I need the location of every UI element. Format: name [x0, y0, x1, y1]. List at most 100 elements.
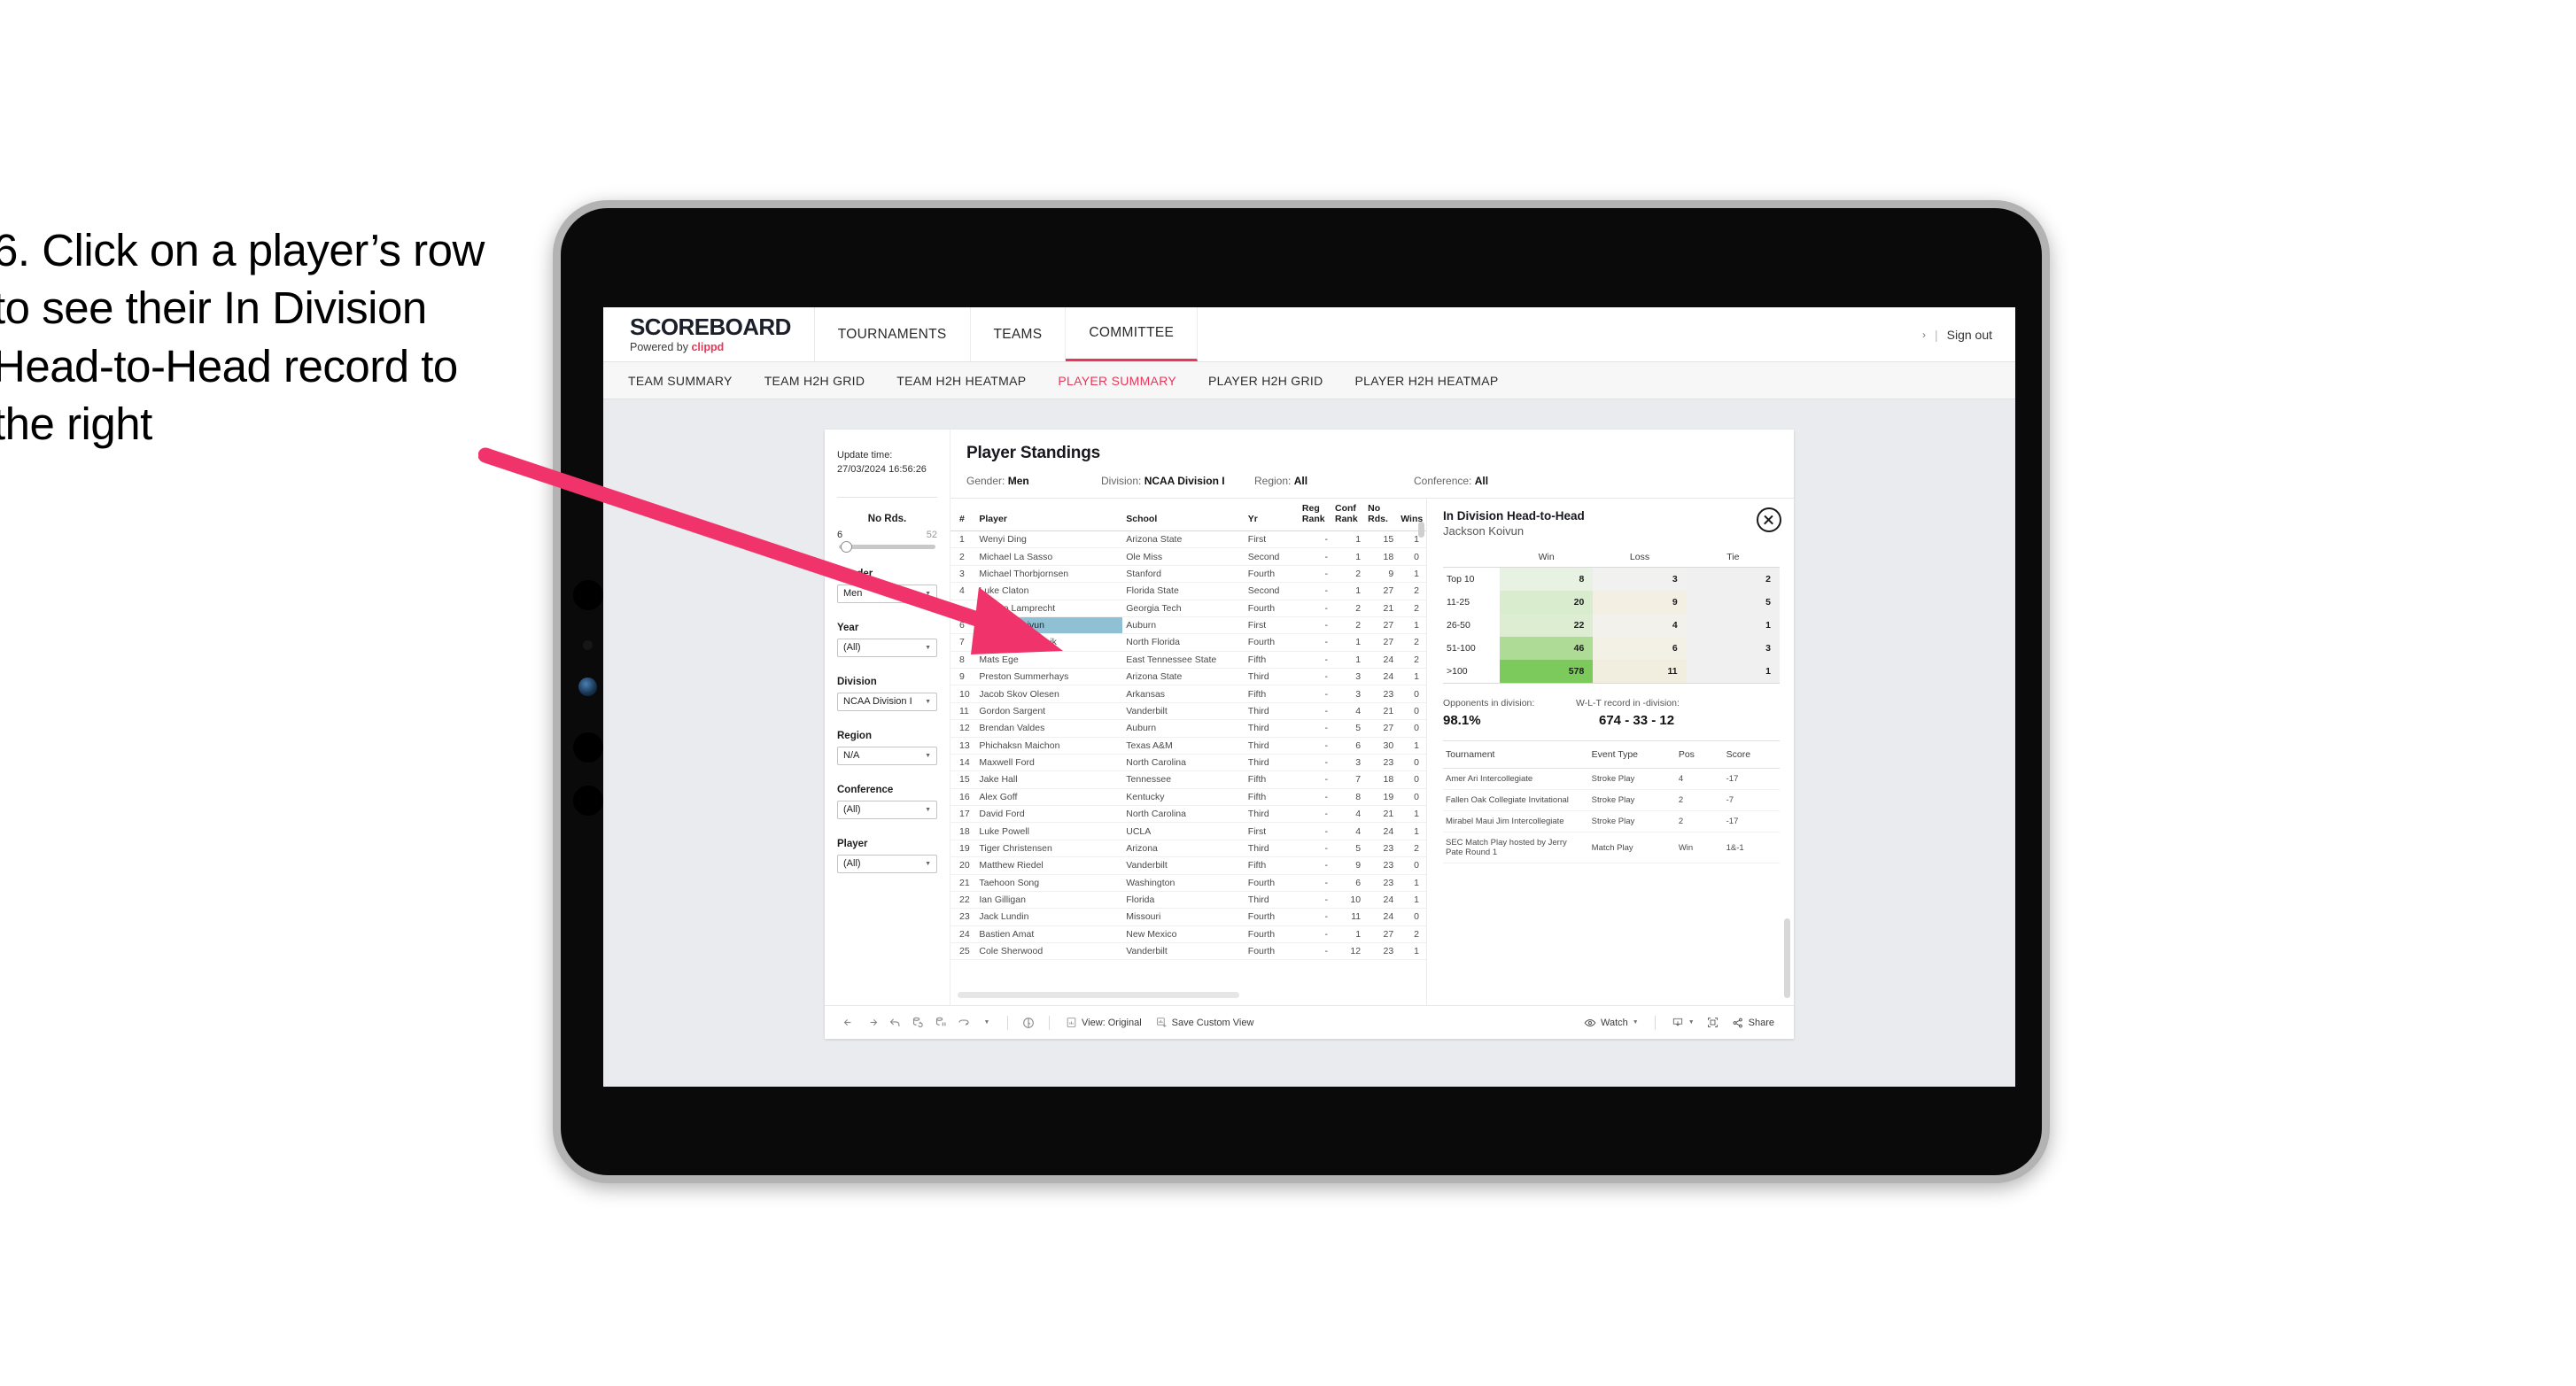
cell-yr: Fifth [1244, 770, 1299, 789]
table-row[interactable]: 16 Alex Goff Kentucky Fifth -8 19 0 [950, 788, 1426, 807]
cell-rank: 24 [950, 925, 976, 944]
auto-update-dropdown-icon[interactable]: ▼ [975, 1012, 998, 1034]
close-icon[interactable] [1757, 507, 1781, 532]
cell-no-rds: 18 [1364, 547, 1398, 566]
share-button[interactable]: Share [1725, 1017, 1781, 1029]
cell-reg-rank: - [1298, 754, 1331, 772]
fullscreen-button[interactable] [1702, 1012, 1725, 1034]
cell-yr: First [1244, 822, 1299, 840]
col-conf-rank[interactable]: Conf Rank [1331, 499, 1365, 531]
cell-conf-rank: 1 [1331, 547, 1365, 566]
col-yr[interactable]: Yr [1244, 499, 1299, 531]
revert-icon[interactable] [883, 1012, 906, 1034]
chevron-right-icon[interactable]: › [1922, 329, 1926, 341]
download-button[interactable]: ▼ [1664, 1017, 1702, 1029]
annotation-text: 6. Click on a player’s row to see their … [0, 225, 485, 449]
h2h-table-body: Top 10 8 3 2 11-25 20 9 5 26-50 22 4 1 51-100 46 6 3 >10… [1443, 567, 1780, 683]
stat-opponents: Opponents in division: 98.1% [1443, 698, 1576, 728]
cell-school: Tennessee [1122, 770, 1245, 789]
filter-player: Player (All) ▼ [837, 839, 937, 873]
cell-player: Phichaksn Maichon [975, 737, 1123, 755]
cell-score: -7 [1723, 789, 1780, 811]
table-row[interactable]: 22 Ian Gilligan Florida Third -10 24 1 [950, 891, 1426, 910]
table-row[interactable]: 18 Luke Powell UCLA First -4 24 1 [950, 822, 1426, 840]
h2h-detail-panel: In Division Head-to-Head Jackson Koivun … [1427, 499, 1794, 1005]
table-row[interactable]: 20 Matthew Riedel Vanderbilt Fifth -9 23 0 [950, 856, 1426, 875]
col-school[interactable]: School [1122, 499, 1245, 531]
watch-button[interactable]: Watch ▼ [1577, 1017, 1646, 1029]
brand-logo[interactable]: SCOREBOARD Powered by clippd [603, 307, 815, 361]
cell-yr: Fourth [1244, 942, 1299, 961]
h2h-stats: Opponents in division: 98.1% W-L-T recor… [1443, 698, 1780, 728]
save-custom-view-button[interactable]: Save Custom View [1149, 1017, 1261, 1028]
subnav-team-h2h-grid[interactable]: TEAM H2H GRID [764, 374, 865, 388]
meta-division-label: Division: [1101, 475, 1144, 487]
tournament-row[interactable]: Fallen Oak Collegiate Invitational Stroke… [1443, 789, 1780, 811]
subnav-player-h2h-grid[interactable]: PLAYER H2H GRID [1208, 374, 1323, 388]
filter-region-select[interactable]: N/A ▼ [837, 746, 937, 765]
table-row[interactable]: 17 David Ford North Carolina Third -4 21 1 [950, 805, 1426, 824]
cell-yr: Fourth [1244, 565, 1299, 584]
cell-yr: Fourth [1244, 874, 1299, 892]
nav-tab-committee[interactable]: COMMITTEE [1066, 307, 1199, 361]
redo-icon[interactable] [860, 1012, 883, 1034]
h2h-cell-tie: 1 [1686, 660, 1780, 683]
brand-subtitle: Powered by clippd [630, 341, 791, 353]
filter-region-value: N/A [843, 750, 860, 762]
tournament-row[interactable]: Amer Ari Intercollegiate Stroke Play 4 -17 [1443, 768, 1780, 790]
meta-conference-label: Conference: [1414, 475, 1475, 487]
filter-player-select[interactable]: (All) ▼ [837, 854, 937, 873]
subnav-player-summary[interactable]: PLAYER SUMMARY [1058, 374, 1176, 388]
subnav-team-h2h-heatmap[interactable]: TEAM H2H HEATMAP [896, 374, 1026, 388]
cell-player: Brendan Valdes [975, 719, 1123, 738]
h2h-cell-loss: 4 [1593, 614, 1687, 637]
cell-yr: Fourth [1244, 600, 1299, 617]
table-row[interactable]: 19 Tiger Christensen Arizona Third -5 23 2 [950, 840, 1426, 858]
table-row[interactable]: 24 Bastien Amat New Mexico Fourth -1 27 2 [950, 925, 1426, 944]
cell-score: 1&-1 [1723, 832, 1780, 863]
table-row[interactable]: 14 Maxwell Ford North Carolina Third -3 23 0 [950, 754, 1426, 772]
cell-event-type: Stroke Play [1588, 789, 1676, 811]
cell-conf-rank: 4 [1331, 822, 1365, 840]
table-row[interactable]: 13 Phichaksn Maichon Texas A&M Third -6 30 1 [950, 737, 1426, 755]
refresh-icon[interactable] [906, 1012, 929, 1034]
subnav-team-summary[interactable]: TEAM SUMMARY [628, 374, 733, 388]
nav-tab-tournaments[interactable]: TOURNAMENTS [815, 307, 971, 361]
pause-auto-update-icon[interactable] [929, 1012, 952, 1034]
table-row[interactable]: 21 Taehoon Song Washington Fourth -6 23 1 [950, 874, 1426, 892]
header-right: › | Sign out [1922, 307, 2015, 361]
col-no-rds[interactable]: No Rds. [1364, 499, 1398, 531]
table-row[interactable]: 25 Cole Sherwood Vanderbilt Fourth -12 23 1 [950, 942, 1426, 961]
table-row[interactable]: 15 Jake Hall Tennessee Fifth -7 18 0 [950, 770, 1426, 789]
download-icon [1672, 1018, 1682, 1026]
table-vertical-scrollbar[interactable] [1418, 522, 1424, 736]
subnav-player-h2h-heatmap[interactable]: PLAYER H2H HEATMAP [1355, 374, 1499, 388]
cell-no-rds: 24 [1364, 891, 1398, 910]
meta-region-label: Region: [1254, 475, 1294, 487]
h2h-cell-loss: 3 [1593, 567, 1687, 591]
table-row[interactable]: 23 Jack Lundin Missouri Fourth -11 24 0 [950, 908, 1426, 926]
table-horizontal-scrollbar[interactable] [958, 992, 1239, 998]
table-row[interactable]: 11 Gordon Sargent Vanderbilt Third -4 21 0 [950, 702, 1426, 721]
cell-pos: 2 [1675, 810, 1724, 832]
table-row[interactable]: 12 Brendan Valdes Auburn Third -5 27 0 [950, 719, 1426, 738]
alerts-icon[interactable] [1017, 1012, 1040, 1034]
view-original-button[interactable]: View: Original [1059, 1017, 1149, 1028]
filter-conference-select[interactable]: (All) ▼ [837, 800, 937, 819]
sign-out-button[interactable]: Sign out [1947, 328, 1992, 342]
cell-conf-rank: 4 [1331, 805, 1365, 824]
scrollbar-thumb[interactable] [1418, 522, 1424, 538]
h2h-row: >100 578 11 1 [1443, 660, 1780, 683]
tournament-table-body: Amer Ari Intercollegiate Stroke Play 4 -17 F… [1443, 768, 1780, 863]
undo-icon[interactable] [837, 1012, 860, 1034]
tournament-scrollbar[interactable] [1784, 918, 1790, 998]
col-reg-rank[interactable]: Reg Rank [1298, 499, 1331, 531]
tournament-row[interactable]: SEC Match Play hosted by Jerry Pate Roun… [1443, 832, 1780, 863]
nav-tab-teams[interactable]: TEAMS [971, 307, 1067, 361]
cell-yr: Third [1244, 754, 1299, 772]
auto-update-icon[interactable] [952, 1012, 975, 1034]
cell-yr: Third [1244, 840, 1299, 858]
cell-school: Ole Miss [1122, 547, 1245, 566]
tournament-row[interactable]: Mirabel Maui Jim Intercollegiate Stroke P… [1443, 810, 1780, 832]
cell-player: Jack Lundin [975, 908, 1123, 926]
